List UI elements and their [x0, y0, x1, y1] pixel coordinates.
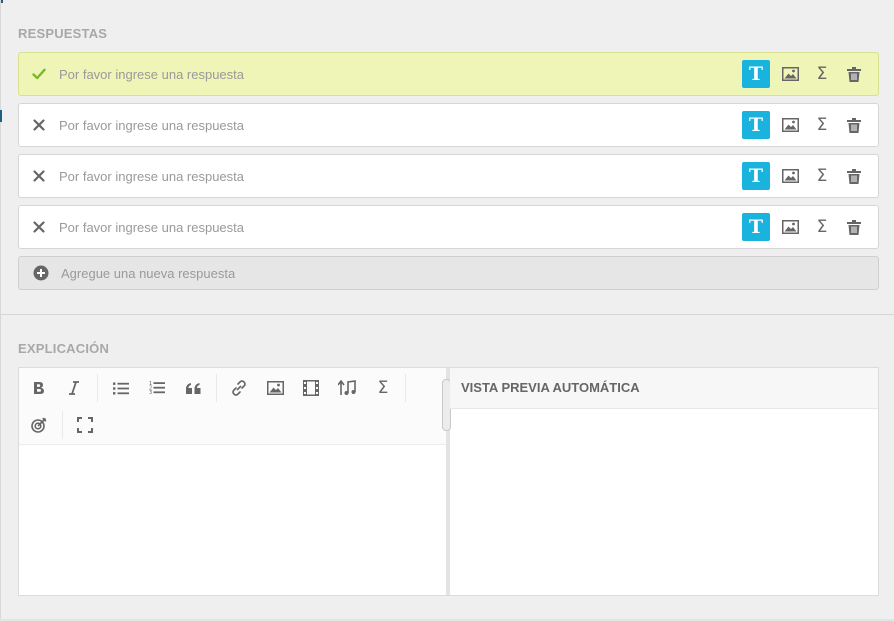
- svg-text:3: 3: [149, 390, 152, 395]
- answer-tools-4: T Σ: [742, 213, 878, 241]
- x-icon[interactable]: [19, 119, 59, 131]
- answer-input-3[interactable]: Por favor ingrese una respuesta: [59, 169, 742, 184]
- text-icon[interactable]: T: [742, 162, 770, 190]
- text-icon[interactable]: T: [742, 213, 770, 241]
- editor-toolbar: 123 Σ: [19, 368, 446, 445]
- left-border: [0, 0, 1, 621]
- text-icon[interactable]: T: [742, 60, 770, 88]
- bullet-list-icon[interactable]: [108, 375, 134, 401]
- italic-icon[interactable]: [61, 375, 87, 401]
- numbered-list-icon[interactable]: 123: [144, 375, 170, 401]
- add-answer-label: Agregue una nueva respuesta: [61, 265, 236, 281]
- preview-area: [450, 410, 878, 595]
- toolbar-separator: [62, 411, 63, 439]
- image-icon[interactable]: [774, 213, 806, 241]
- section-divider: [0, 314, 894, 315]
- check-icon[interactable]: [19, 68, 59, 80]
- answer-tools-1: T Σ: [742, 60, 878, 88]
- text-icon[interactable]: T: [742, 111, 770, 139]
- explanation-editor: 123 Σ VISTA PREVIA AUTOMÁTICA: [18, 367, 879, 596]
- editor-pane: 123 Σ: [19, 368, 446, 595]
- respuestas-section-title: RESPUESTAS: [18, 26, 108, 41]
- answer-row-4: Por favor ingrese una respuesta T Σ: [18, 205, 879, 249]
- left-edge-marker: [0, 110, 2, 122]
- image-icon[interactable]: [774, 111, 806, 139]
- add-answer-button[interactable]: Agregue una nueva respuesta: [18, 256, 879, 290]
- x-icon[interactable]: [19, 170, 59, 182]
- x-icon[interactable]: [19, 221, 59, 233]
- trash-icon[interactable]: [838, 111, 870, 139]
- explanation-textarea[interactable]: [19, 446, 446, 595]
- answer-row-2: Por favor ingrese una respuesta T Σ: [18, 103, 879, 147]
- answer-input-2[interactable]: Por favor ingrese una respuesta: [59, 118, 742, 133]
- sigma-icon[interactable]: Σ: [806, 60, 838, 88]
- bold-icon[interactable]: [26, 375, 52, 401]
- answer-input-4[interactable]: Por favor ingrese una respuesta: [59, 220, 742, 235]
- sigma-icon[interactable]: Σ: [806, 213, 838, 241]
- image-icon[interactable]: [262, 375, 288, 401]
- preview-title: VISTA PREVIA AUTOMÁTICA: [450, 368, 878, 409]
- plus-circle-icon: [21, 265, 61, 281]
- toolbar-separator: [97, 374, 98, 402]
- sigma-icon[interactable]: Σ: [806, 111, 838, 139]
- fullscreen-icon[interactable]: [72, 412, 98, 438]
- link-icon[interactable]: [226, 375, 252, 401]
- trash-icon[interactable]: [838, 162, 870, 190]
- quote-icon[interactable]: [180, 375, 206, 401]
- trash-icon[interactable]: [838, 60, 870, 88]
- video-icon[interactable]: [298, 375, 324, 401]
- answer-tools-3: T Σ: [742, 162, 878, 190]
- image-icon[interactable]: [774, 162, 806, 190]
- toolbar-separator: [216, 374, 217, 402]
- answer-row-3: Por favor ingrese una respuesta T Σ: [18, 154, 879, 198]
- toolbar-separator: [405, 374, 406, 402]
- sigma-icon[interactable]: Σ: [370, 375, 396, 401]
- sigma-icon[interactable]: Σ: [806, 162, 838, 190]
- answer-input-1[interactable]: Por favor ingrese una respuesta: [59, 67, 742, 82]
- explicacion-section-title: EXPLICACIÓN: [18, 341, 110, 356]
- answer-tools-2: T Σ: [742, 111, 878, 139]
- target-icon[interactable]: [26, 412, 52, 438]
- audio-icon[interactable]: [334, 375, 360, 401]
- answer-row-1: Por favor ingrese una respuesta T Σ: [18, 52, 879, 96]
- trash-icon[interactable]: [838, 213, 870, 241]
- image-icon[interactable]: [774, 60, 806, 88]
